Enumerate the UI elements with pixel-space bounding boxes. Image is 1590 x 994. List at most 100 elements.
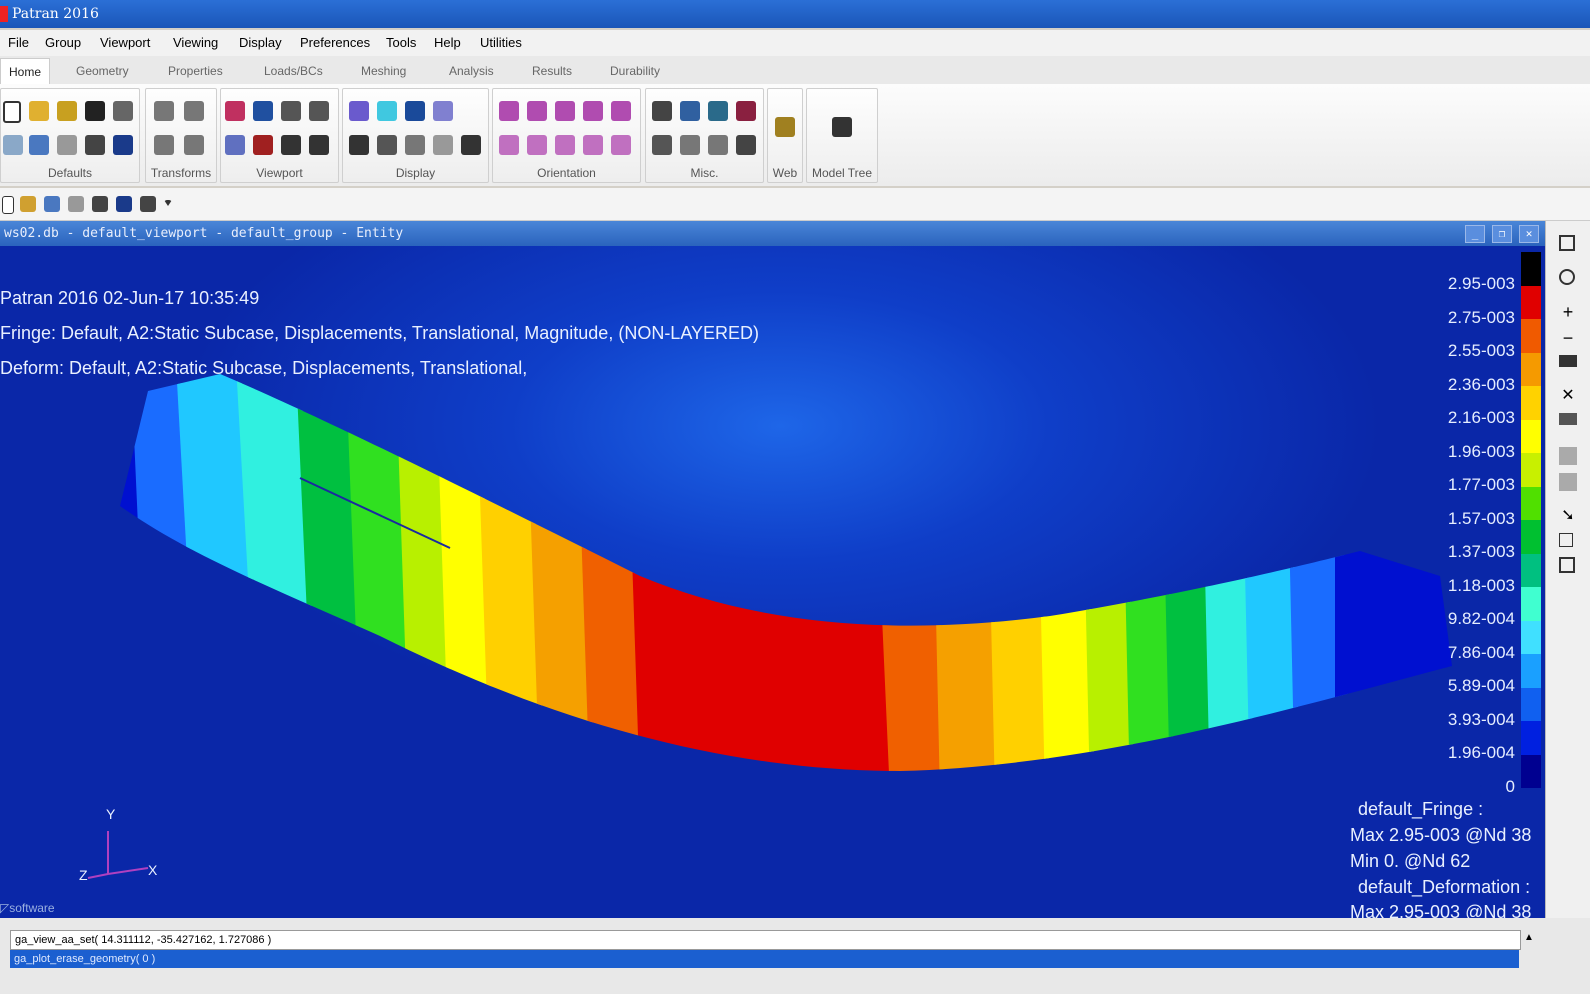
chevron-down-icon[interactable] <box>164 200 172 206</box>
scroll-up-icon[interactable]: ▲ <box>1522 932 1536 946</box>
iso3-view-icon[interactable] <box>583 135 603 155</box>
open-folder-icon[interactable] <box>29 101 49 121</box>
undo-icon[interactable] <box>29 135 49 155</box>
home-web-icon[interactable] <box>775 117 795 137</box>
list-icon[interactable] <box>1559 355 1577 367</box>
cube-icon[interactable] <box>1559 557 1575 573</box>
gray-box-icon[interactable] <box>1559 447 1577 465</box>
iso4-view-icon[interactable] <box>611 135 631 155</box>
table-icon[interactable] <box>1559 413 1577 425</box>
zoom-in-icon[interactable]: + <box>1559 303 1577 321</box>
measure-icon[interactable] <box>652 101 672 121</box>
hidden-line-icon[interactable] <box>377 101 397 121</box>
zoom-in-icon[interactable] <box>309 135 329 155</box>
save-icon[interactable] <box>85 101 105 121</box>
legend-value: 9.82-004 <box>1447 609 1515 628</box>
undo-icon[interactable] <box>44 196 60 212</box>
model-tree-icon[interactable] <box>832 117 852 137</box>
mesh-icon[interactable] <box>113 135 133 155</box>
back-view-icon[interactable] <box>527 101 547 121</box>
rotate-x-icon[interactable] <box>154 101 174 121</box>
hand-icon[interactable] <box>68 196 84 212</box>
node-labels-icon[interactable] <box>377 135 397 155</box>
plot-header-line-3: Deform: Default, A2:Static Subcase, Disp… <box>0 358 528 378</box>
iso2-view-icon[interactable] <box>555 135 575 155</box>
path-icon[interactable] <box>708 135 728 155</box>
rotate-y-icon[interactable] <box>184 101 204 121</box>
menu-preferences[interactable]: Preferences <box>300 35 370 50</box>
bottom-view-icon[interactable] <box>583 101 603 121</box>
right-view-icon[interactable] <box>499 135 519 155</box>
plot-icon[interactable] <box>433 135 453 155</box>
copy-icon[interactable] <box>3 135 23 155</box>
settings-icon[interactable] <box>461 135 481 155</box>
arrow-icon[interactable] <box>680 135 700 155</box>
center-icon[interactable] <box>281 101 301 121</box>
iso1-view-icon[interactable] <box>527 135 547 155</box>
smooth-shaded-icon[interactable] <box>433 101 453 121</box>
element-labels-icon[interactable] <box>405 135 425 155</box>
labels-icon[interactable] <box>349 135 369 155</box>
menu-display[interactable]: Display <box>239 35 282 50</box>
table-icon[interactable] <box>736 135 756 155</box>
menu-tools[interactable]: Tools <box>386 35 416 50</box>
tab-loads-bcs[interactable]: Loads/BCs <box>264 64 323 78</box>
group-label-viewport: Viewport <box>256 166 303 180</box>
pan-icon[interactable] <box>140 196 156 212</box>
pan-icon[interactable] <box>253 101 273 121</box>
menu-help[interactable]: Help <box>434 35 461 50</box>
grid-icon[interactable] <box>253 135 273 155</box>
gray-box-icon[interactable] <box>1559 473 1577 491</box>
new-file-icon[interactable] <box>2 196 14 214</box>
graphics-viewport[interactable]: Patran 2016 02-Jun-17 10:35:49 Fringe: D… <box>0 246 1545 918</box>
rotate-z-icon[interactable] <box>154 135 174 155</box>
open-folder-icon[interactable] <box>20 196 36 212</box>
command-input[interactable]: ga_plot_erase_geometry( 0 ) <box>10 950 1519 968</box>
refresh-icon[interactable] <box>1559 235 1575 251</box>
command-history[interactable]: ga_view_aa_set( 14.311112, -35.427162, 1… <box>10 930 1521 950</box>
legend-swatch <box>1521 687 1541 721</box>
summary-line-3: Min 0. @Nd 62 <box>1350 851 1471 871</box>
mesh-icon[interactable] <box>116 196 132 212</box>
print-icon[interactable] <box>113 101 133 121</box>
menu-group[interactable]: Group <box>45 35 81 50</box>
close-icon[interactable]: ✕ <box>1519 225 1539 243</box>
tab-durability[interactable]: Durability <box>610 64 660 78</box>
menu-utilities[interactable]: Utilities <box>480 35 522 50</box>
new-file-icon[interactable] <box>3 101 21 123</box>
color-icon[interactable] <box>736 101 756 121</box>
tab-geometry[interactable]: Geometry <box>76 64 129 78</box>
brush-icon[interactable] <box>92 196 108 212</box>
pointer-icon[interactable]: ➘ <box>1559 507 1577 525</box>
wireframe-icon[interactable] <box>349 101 369 121</box>
tab-analysis[interactable]: Analysis <box>449 64 494 78</box>
rotate-icon[interactable] <box>1559 269 1575 285</box>
transform-icon[interactable] <box>680 101 700 121</box>
tab-properties[interactable]: Properties <box>168 64 223 78</box>
hand-icon[interactable] <box>57 135 77 155</box>
top-view-icon[interactable] <box>555 101 575 121</box>
viewport-icon[interactable] <box>225 101 245 121</box>
zoom-out-icon[interactable] <box>281 135 301 155</box>
open-db-icon[interactable] <box>57 101 77 121</box>
tab-meshing[interactable]: Meshing <box>361 64 406 78</box>
left-view-icon[interactable] <box>611 101 631 121</box>
box-icon[interactable] <box>1559 533 1573 547</box>
menu-viewport[interactable]: Viewport <box>100 35 150 50</box>
spin-icon[interactable] <box>309 101 329 121</box>
minimize-icon[interactable]: _ <box>1465 225 1485 243</box>
menu-viewing[interactable]: Viewing <box>173 35 218 50</box>
shaded-icon[interactable] <box>405 101 425 121</box>
tab-results[interactable]: Results <box>532 64 572 78</box>
restore-icon[interactable]: ❐ <box>1492 225 1512 243</box>
front-view-icon[interactable] <box>499 101 519 121</box>
fish-icon[interactable] <box>708 101 728 121</box>
tab-home[interactable]: Home <box>0 58 51 87</box>
zoom-out-icon[interactable]: − <box>1559 329 1577 347</box>
brush-icon[interactable] <box>85 135 105 155</box>
menu-file[interactable]: File <box>8 35 29 50</box>
list-icon[interactable] <box>652 135 672 155</box>
cross-icon[interactable]: ✕ <box>1559 387 1577 405</box>
rotate-free-icon[interactable] <box>184 135 204 155</box>
fit-view-icon[interactable] <box>225 135 245 155</box>
